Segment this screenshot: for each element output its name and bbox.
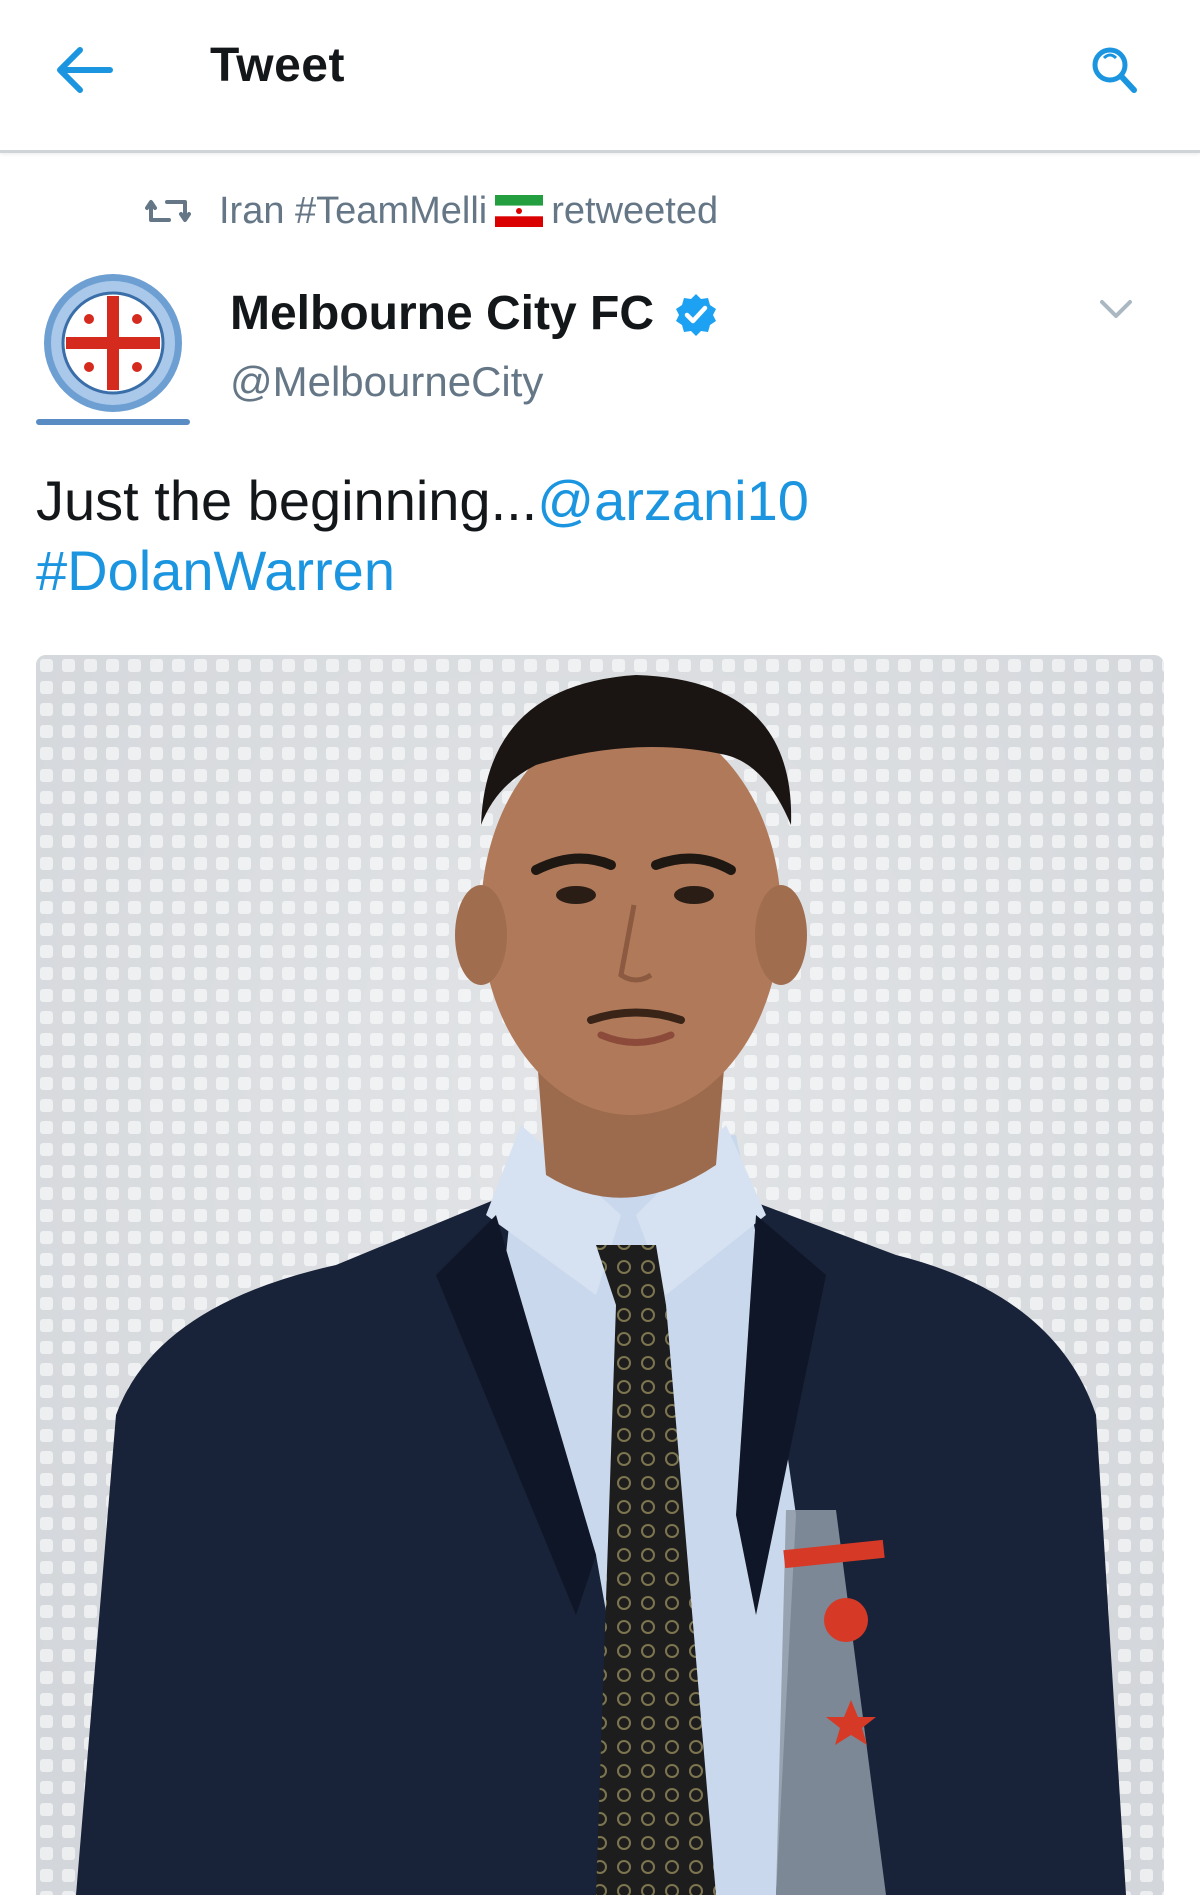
retweeter-name: Iran #TeamMelli (219, 189, 488, 232)
avatar[interactable] (42, 272, 184, 414)
avatar-underline (36, 419, 190, 425)
photo-illustration (36, 655, 1164, 1895)
retweet-suffix: retweeted (551, 189, 719, 232)
mention-link[interactable]: @arzani10 (537, 469, 809, 532)
arrow-left-icon[interactable] (48, 40, 118, 100)
iran-flag-icon (495, 195, 544, 227)
page-title: Tweet (210, 39, 345, 92)
author-handle[interactable]: @MelbourneCity (230, 358, 543, 406)
verified-badge-icon (676, 294, 716, 336)
chevron-down-icon[interactable] (1098, 296, 1134, 322)
search-icon[interactable] (1080, 38, 1144, 102)
tweet-text: Just the beginning...@arzani10 #DolanWar… (36, 466, 1156, 606)
top-bar: Tweet (0, 0, 1200, 153)
retweet-context[interactable]: Iran #TeamMelli retweeted (145, 186, 718, 236)
retweet-icon (145, 200, 191, 222)
author-name[interactable]: Melbourne City FC (230, 286, 654, 341)
tweet-photo[interactable] (36, 655, 1164, 1895)
hashtag-link[interactable]: #DolanWarren (36, 539, 395, 602)
tweet-text-body: Just the beginning... (36, 469, 538, 532)
